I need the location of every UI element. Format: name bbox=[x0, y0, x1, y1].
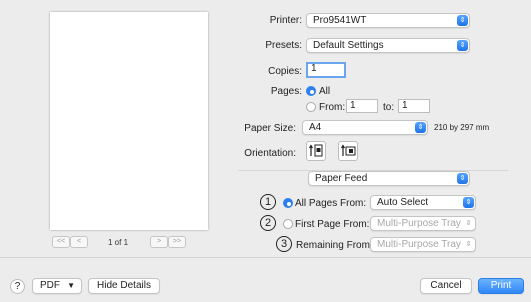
section-value: Paper Feed bbox=[315, 173, 368, 184]
pages-to-label: to: bbox=[383, 102, 395, 113]
chevron-updown-icon: ⇕ bbox=[457, 173, 468, 184]
section-popup[interactable]: Paper Feed ⇕ bbox=[308, 171, 470, 186]
pages-from-field[interactable]: 1 bbox=[346, 99, 378, 113]
remaining-value: Multi-Purpose Tray bbox=[377, 239, 461, 250]
all-pages-label: All Pages From: bbox=[295, 198, 367, 209]
all-pages-radio[interactable] bbox=[283, 198, 293, 208]
remaining-popup[interactable]: Multi-Purpose Tray ⇕ bbox=[370, 237, 476, 252]
first-page-label: First Page From: bbox=[295, 219, 370, 230]
callout-number: 1 bbox=[260, 194, 276, 210]
first-page-button[interactable]: << bbox=[52, 236, 70, 248]
first-page-radio[interactable] bbox=[283, 219, 293, 229]
callout-number: 2 bbox=[260, 215, 276, 231]
print-button[interactable]: Print bbox=[478, 278, 524, 294]
landscape-icon bbox=[340, 144, 356, 156]
all-pages-value: Auto Select bbox=[377, 197, 429, 208]
chevron-updown-icon: ⇕ bbox=[465, 220, 472, 227]
pages-all-label: All bbox=[319, 86, 331, 97]
pages-from-radio[interactable] bbox=[306, 102, 316, 112]
presets-label: Presets: bbox=[265, 40, 302, 51]
chevron-updown-icon: ⇕ bbox=[457, 15, 468, 26]
pdf-label: PDF bbox=[40, 280, 60, 291]
orientation-label: Orientation: bbox=[244, 148, 296, 159]
chevron-updown-icon: ⇕ bbox=[465, 241, 472, 248]
paper-dimensions: 210 by 297 mm bbox=[434, 123, 490, 132]
printer-value: Pro9541WT bbox=[313, 15, 367, 26]
pages-to-field[interactable]: 1 bbox=[398, 99, 430, 113]
next-page-button[interactable]: > bbox=[150, 236, 169, 248]
pages-label: Pages: bbox=[270, 86, 302, 97]
paper-size-value: A4 bbox=[309, 122, 322, 133]
callout-number: 3 bbox=[276, 236, 292, 252]
copies-label: Copies: bbox=[268, 66, 302, 77]
pages-from-label: From: bbox=[319, 102, 346, 113]
cancel-button[interactable]: Cancel bbox=[420, 278, 472, 294]
printer-label: Printer: bbox=[269, 15, 302, 26]
paper-size-label: Paper Size: bbox=[244, 123, 296, 134]
last-page-button[interactable]: >> bbox=[168, 236, 187, 248]
portrait-icon bbox=[308, 144, 323, 157]
presets-popup[interactable]: Default Settings ⇕ bbox=[306, 38, 470, 53]
hide-details-button[interactable]: Hide Details bbox=[88, 278, 160, 294]
remaining-label: Remaining From: bbox=[296, 240, 373, 251]
paper-size-popup[interactable]: A4 ⇕ bbox=[302, 120, 428, 135]
page-indicator: 1 of 1 bbox=[108, 237, 129, 247]
prev-page-button[interactable]: < bbox=[70, 236, 88, 248]
pdf-button[interactable]: PDF ▼ bbox=[32, 278, 82, 294]
landscape-button[interactable] bbox=[338, 141, 358, 161]
pages-all-radio[interactable] bbox=[306, 86, 316, 96]
presets-value: Default Settings bbox=[313, 40, 384, 51]
copies-field[interactable]: 1 bbox=[306, 62, 346, 78]
first-page-popup[interactable]: Multi-Purpose Tray ⇕ bbox=[370, 216, 476, 231]
chevron-updown-icon: ⇕ bbox=[463, 197, 474, 208]
all-pages-popup[interactable]: Auto Select ⇕ bbox=[370, 195, 476, 210]
footer-divider bbox=[0, 257, 531, 258]
chevron-updown-icon: ⇕ bbox=[457, 40, 468, 51]
preview-pager: << < 1 of 1 > >> bbox=[52, 236, 187, 248]
help-icon[interactable]: ? bbox=[10, 279, 25, 294]
portrait-button[interactable] bbox=[306, 141, 326, 161]
first-page-value: Multi-Purpose Tray bbox=[377, 218, 461, 229]
chevron-down-icon: ▼ bbox=[67, 281, 75, 290]
printer-popup[interactable]: Pro9541WT ⇕ bbox=[306, 13, 470, 28]
chevron-updown-icon: ⇕ bbox=[415, 122, 426, 133]
